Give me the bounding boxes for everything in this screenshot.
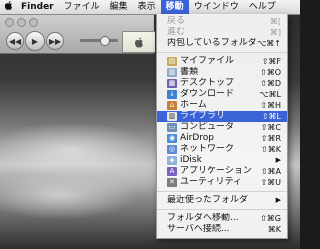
go-menu-item[interactable]: ▦ デスクトップ ⇧⌘D — [157, 78, 287, 89]
go-menu-item-label: 書類 — [180, 67, 199, 77]
zoom-window-button[interactable] — [29, 18, 38, 27]
minimize-window-button[interactable] — [17, 18, 26, 27]
desktop-icon: ▦ — [167, 79, 177, 88]
go-menu-item[interactable]: フォルダへ移動... ⇧⌘G — [157, 213, 287, 224]
go-menu-item-label: ホーム — [180, 100, 207, 110]
go-menu-item[interactable]: ▤ マイファイル ⇧⌘F — [157, 56, 287, 67]
go-menu-item-label: コンピュータ — [180, 122, 235, 132]
itunes-window-toolbar: ◀◀ ▶ ▶▶ — [0, 15, 155, 54]
keyboard-shortcut: ⇧⌘K — [261, 145, 281, 154]
keyboard-shortcut: ⌥⌘↑ — [257, 39, 281, 48]
go-menu-item[interactable]: サーバへ接続... ⌘K — [157, 224, 287, 235]
go-menu-item-label: ユーティリティ — [180, 177, 242, 187]
go-menu-item[interactable]: 最近使ったフォルダ ▶ — [157, 195, 287, 206]
go-menu-item-label: ダウンロード — [180, 89, 235, 99]
menu-window[interactable]: ウインドウ — [189, 0, 244, 14]
go-menu-item-label: デスクトップ — [180, 78, 235, 88]
utilities-icon: ✕ — [167, 178, 177, 187]
menu-separator — [157, 209, 287, 210]
volume-slider-knob[interactable] — [100, 36, 110, 46]
go-menu-item-label: 最近使ったフォルダ — [167, 195, 249, 205]
network-icon: ◎ — [167, 145, 177, 154]
keyboard-shortcut: ⇧⌘G — [260, 214, 281, 223]
now-playing-display — [122, 31, 155, 53]
go-menu-item: 戻る ⌘[ — [157, 16, 287, 27]
apple-logo-icon[interactable] — [0, 0, 16, 14]
applications-icon: A — [167, 167, 177, 176]
go-menu-item-label: マイファイル — [180, 56, 235, 66]
go-menu-item-label: アプリケーション — [180, 166, 252, 176]
keyboard-shortcut: ⌘K — [267, 225, 281, 234]
menu-bar: Finder ファイル 編集 表示 移動 ウインドウ ヘルプ — [0, 0, 300, 15]
keyboard-shortcut: ⇧⌘A — [260, 167, 281, 176]
go-menu-item[interactable]: ↓ ダウンロード ⌥⌘L — [157, 89, 287, 100]
keyboard-shortcut: ⇧⌘L — [261, 112, 281, 121]
go-menu-item-label: 内包しているフォルダ — [167, 38, 257, 48]
go-menu-item[interactable]: A アプリケーション ⇧⌘A — [157, 166, 287, 177]
menu-view[interactable]: 表示 — [133, 0, 161, 14]
library-icon: ▥ — [167, 112, 177, 121]
fast-forward-icon[interactable]: ▶▶ — [46, 32, 64, 50]
home-icon: ⌂ — [167, 101, 177, 110]
go-menu-item[interactable]: ◎ ネットワーク ⇧⌘K — [157, 144, 287, 155]
go-menu-item[interactable]: ◈ iDisk ▶ — [157, 155, 287, 166]
submenu-arrow-icon: ▶ — [275, 156, 281, 164]
go-menu-item[interactable]: ▭ コンピュータ ⇧⌘C — [157, 122, 287, 133]
volume-slider-track[interactable] — [80, 39, 118, 42]
keyboard-shortcut: ⇧⌘R — [260, 134, 281, 143]
close-window-button[interactable] — [5, 18, 14, 27]
go-menu-item-label: iDisk — [180, 155, 202, 165]
go-menu-item-label: フォルダへ移動... — [167, 213, 239, 223]
go-menu-item[interactable]: ◉ AirDrop ⇧⌘R — [157, 133, 287, 144]
keyboard-shortcut: ⇧⌘C — [260, 123, 281, 132]
documents-icon: ▥ — [167, 68, 177, 77]
keyboard-shortcut: ⇧⌘H — [260, 101, 281, 110]
go-menu-item-label: サーバへ接続... — [167, 224, 230, 234]
play-icon[interactable]: ▶ — [25, 31, 45, 51]
go-menu-item-label: AirDrop — [180, 133, 215, 143]
go-menu-item[interactable]: ⌂ ホーム ⇧⌘H — [157, 100, 287, 111]
go-menu-item: 進む ⌘] — [157, 27, 287, 38]
menu-edit[interactable]: 編集 — [105, 0, 133, 14]
idisk-icon: ◈ — [167, 156, 177, 165]
go-menu-item-label: ライブラリ — [180, 111, 226, 121]
go-menu-item[interactable]: ▥ ライブラリ ⇧⌘L — [157, 111, 287, 122]
keyboard-shortcut: ⌘] — [269, 28, 281, 37]
menu-file[interactable]: ファイル — [59, 0, 105, 14]
menu-finder[interactable]: Finder — [16, 0, 59, 14]
rewind-icon[interactable]: ◀◀ — [6, 32, 24, 50]
downloads-icon: ↓ — [167, 90, 177, 99]
airdrop-icon: ◉ — [167, 134, 177, 143]
menu-separator — [157, 191, 287, 192]
all-my-files-icon: ▤ — [167, 57, 177, 66]
menu-go[interactable]: 移動 — [160, 0, 189, 14]
keyboard-shortcut: ⇧⌘O — [260, 68, 281, 77]
computer-icon: ▭ — [167, 123, 177, 132]
go-menu-item-label: 進む — [167, 27, 186, 37]
go-menu-item[interactable]: ▥ 書類 ⇧⌘O — [157, 67, 287, 78]
go-menu-item-label: 戻る — [167, 16, 186, 26]
keyboard-shortcut: ⌥⌘L — [259, 90, 281, 99]
apple-logo-icon — [135, 37, 143, 47]
go-menu-item-label: ネットワーク — [180, 144, 235, 154]
keyboard-shortcut: ⇧⌘D — [260, 79, 281, 88]
go-menu-item[interactable]: 内包しているフォルダ ⌥⌘↑ — [157, 38, 287, 49]
submenu-arrow-icon: ▶ — [275, 196, 281, 204]
menu-help[interactable]: ヘルプ — [244, 0, 281, 14]
keyboard-shortcut: ⇧⌘U — [260, 178, 281, 187]
keyboard-shortcut: ⌘[ — [269, 17, 281, 26]
menu-separator — [157, 52, 287, 53]
go-menu-item[interactable]: ✕ ユーティリティ ⇧⌘U — [157, 177, 287, 188]
keyboard-shortcut: ⇧⌘F — [261, 57, 281, 66]
go-menu-dropdown: 戻る ⌘[進む ⌘] 内包しているフォルダ ⌥⌘↑ ▤ マイファイル ⇧⌘F ▥ 書類 ⇧⌘O ▦ デス… — [156, 14, 288, 239]
